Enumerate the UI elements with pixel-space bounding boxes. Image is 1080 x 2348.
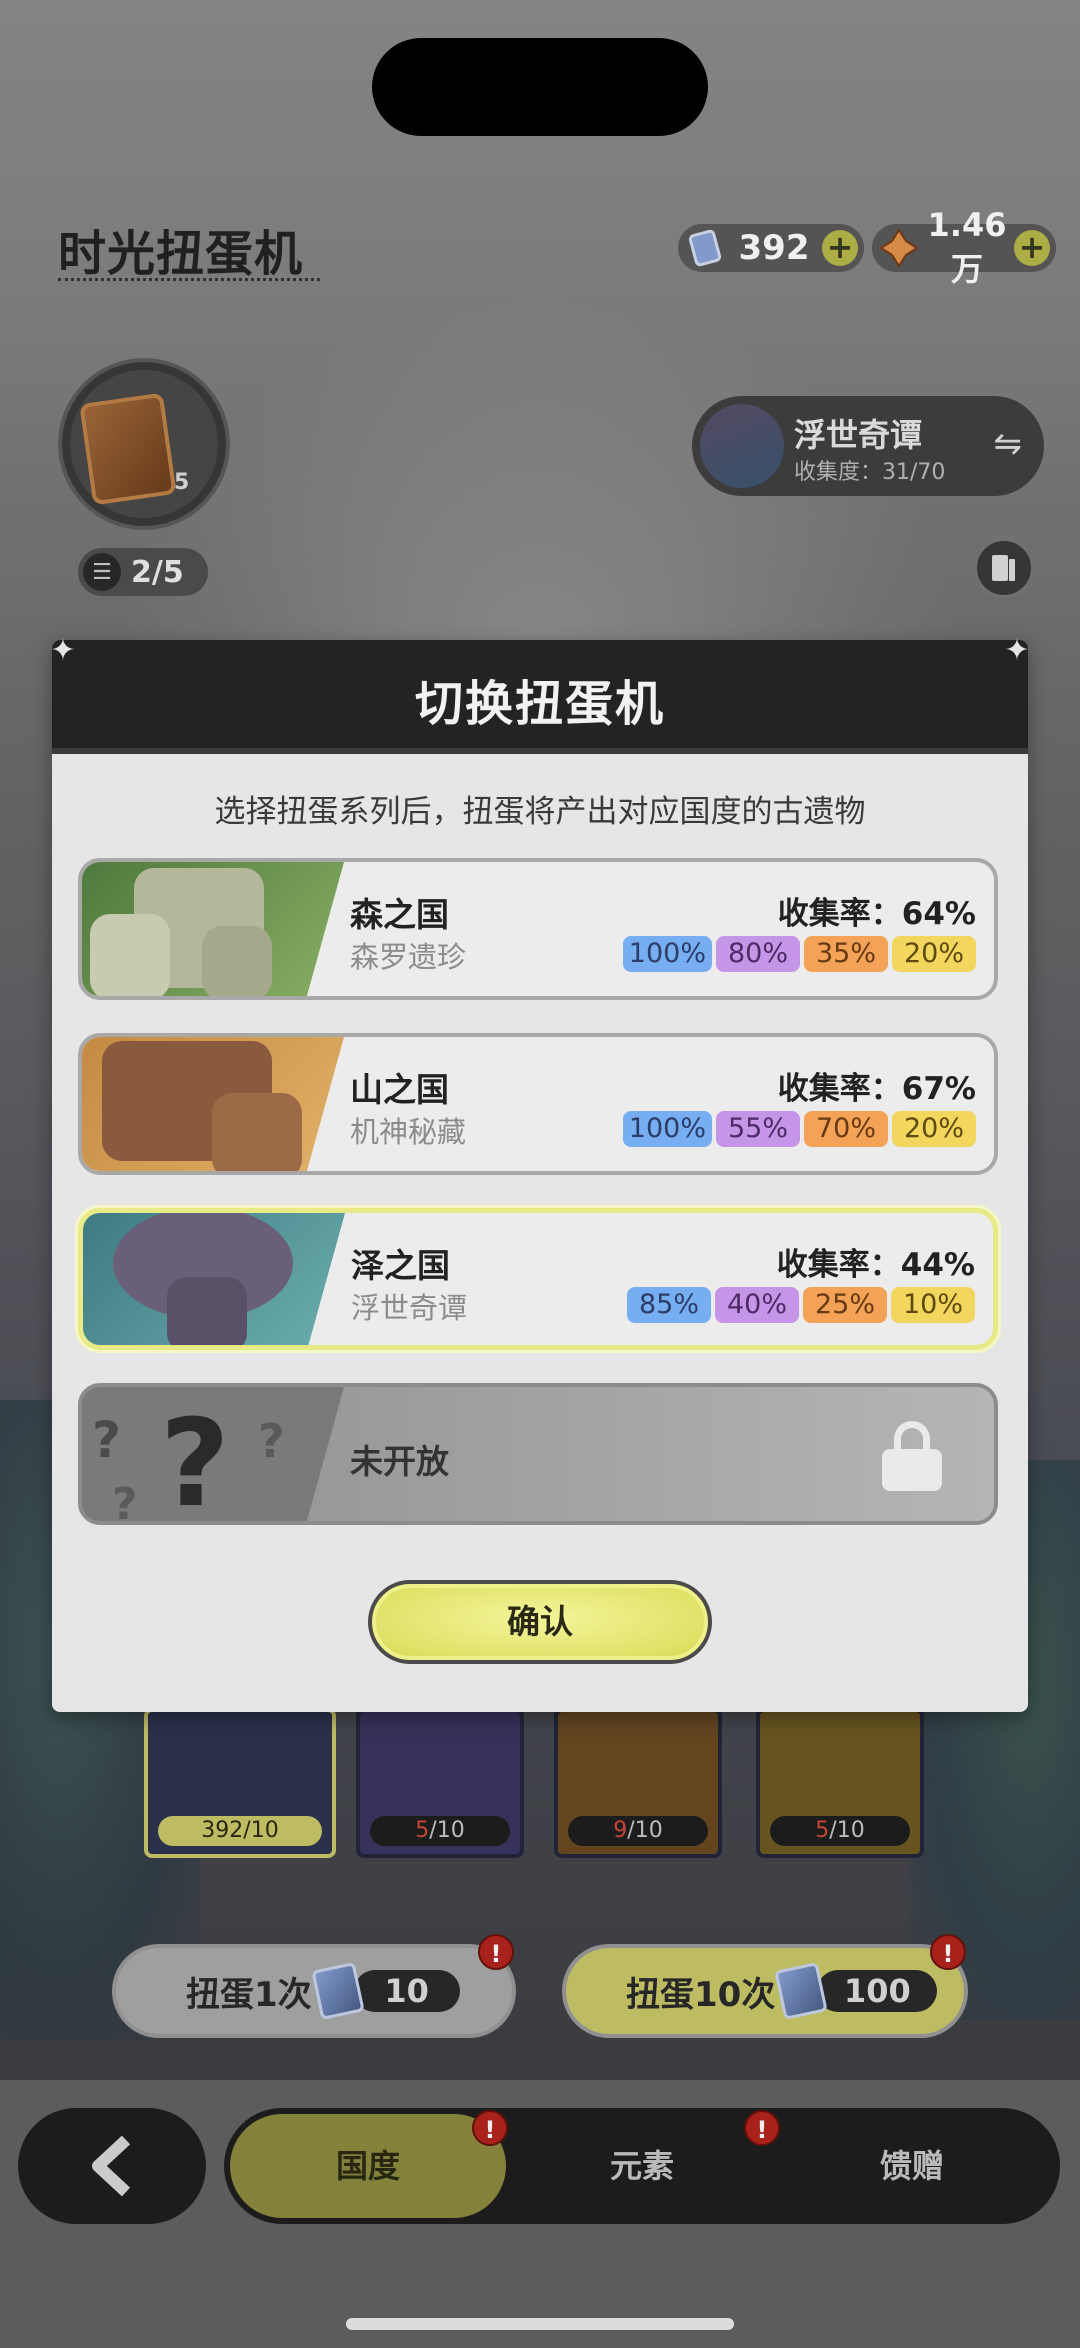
rock [90,914,170,996]
rate-orange: 35% [804,936,888,972]
rarity-rates: 85% 40% 25% 10% [627,1287,975,1323]
rate-blue: 100% [622,936,712,972]
rate-orange: 25% [803,1287,887,1323]
corner-ornament-icon: ✦ [1004,1683,1030,1718]
rate-orange: 70% [804,1111,888,1147]
rock [212,1093,302,1171]
question-mark-icon: ? ? ? ? [92,1395,285,1525]
corner-ornament-icon: ✦ [50,633,76,668]
option-collect-rate: 收集率：64% [777,896,976,932]
rate-yellow: 10% [891,1287,975,1323]
rarity-rates: 100% 55% 70% 20% [622,1111,976,1147]
option-forest[interactable]: 森之国 森罗遗珍 收集率：64% 100% 80% 35% 20% [78,858,998,1000]
corner-ornament-icon: ✦ [1004,633,1030,668]
rarity-rates: 100% 80% 35% 20% [622,936,976,972]
option-series: 浮世奇谭 [351,1291,468,1325]
rate-purple: 80% [716,936,800,972]
rock [167,1277,247,1345]
dialog-title: 切换扭蛋机 [414,676,665,732]
dialog-header: 切换扭蛋机 [52,640,1028,754]
option-collect-rate: 收集率：67% [777,1071,976,1107]
rate-yellow: 20% [892,1111,976,1147]
option-locked[interactable]: ? ? ? ? 未开放 [78,1383,998,1525]
option-mountain[interactable]: 山之国 机神秘藏 收集率：67% 100% 55% 70% 20% [78,1033,998,1175]
rate-blue: 85% [627,1287,711,1323]
svg-text:?: ? [160,1395,230,1525]
rate-purple: 55% [716,1111,800,1147]
lock-body [882,1449,942,1491]
mountain-artwork [82,1037,344,1171]
svg-text:?: ? [92,1411,121,1469]
rate-purple: 40% [715,1287,799,1323]
mystery-artwork: ? ? ? ? [82,1387,344,1525]
option-series: 机神秘藏 [350,1115,467,1149]
corner-ornament-icon: ✦ [50,1683,76,1718]
rock [202,926,272,996]
rate-blue: 100% [622,1111,712,1147]
locked-label: 未开放 [350,1442,449,1481]
confirm-button[interactable]: 确认 [368,1580,712,1664]
switch-gacha-dialog: 切换扭蛋机 ✦ ✦ ✦ ✦ 选择扭蛋系列后，扭蛋将产出对应国度的古遗物 森之国 … [50,636,1029,1716]
marsh-artwork [83,1213,345,1345]
option-name: 山之国 [350,1070,449,1109]
option-name: 森之国 [350,895,449,934]
lock-icon [882,1421,942,1491]
option-series: 森罗遗珍 [350,940,467,974]
svg-text:?: ? [258,1414,285,1468]
rate-yellow: 20% [892,936,976,972]
forest-artwork [82,862,344,996]
option-marsh[interactable]: 泽之国 浮世奇谭 收集率：44% 85% 40% 25% 10% [78,1208,998,1350]
dialog-subtitle: 选择扭蛋系列后，扭蛋将产出对应国度的古遗物 [214,794,866,830]
option-name: 泽之国 [351,1246,450,1285]
option-collect-rate: 收集率：44% [776,1247,975,1283]
svg-text:?: ? [112,1479,138,1525]
